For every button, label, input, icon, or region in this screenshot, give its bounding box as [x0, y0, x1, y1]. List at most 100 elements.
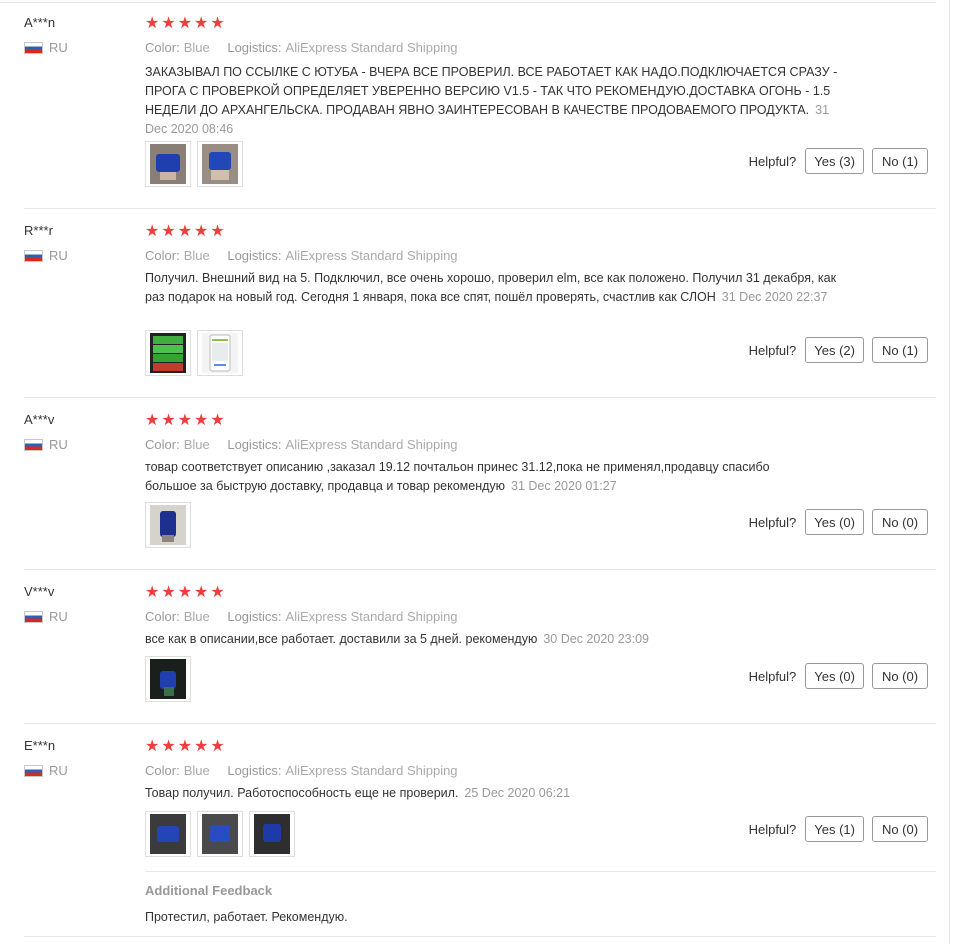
reviewer-name: A***v [24, 412, 55, 427]
helpful-no-button[interactable]: No (0) [872, 509, 928, 535]
star-rating: ★ ★ ★ ★ ★ [145, 738, 225, 755]
review-date: 30 Dec 2020 23:09 [543, 632, 649, 646]
review-photo-thumbnail[interactable] [145, 502, 191, 548]
right-border [949, 0, 950, 944]
logistics-label: Logistics: [227, 248, 282, 263]
review-body: товар соответствует описанию ,заказал 19… [145, 460, 770, 493]
star-icon: ★ [145, 412, 160, 429]
review-meta: Color: Blue Logistics: AliExpress Standard… [145, 609, 472, 624]
star-icon: ★ [161, 15, 176, 32]
review-photo-thumbnail[interactable] [249, 811, 295, 857]
reviewer-name: E***n [24, 738, 56, 753]
country-code: RU [49, 609, 68, 624]
logistics-value: AliExpress Standard Shipping [285, 763, 458, 778]
review-photo-thumbnail[interactable] [145, 330, 191, 376]
russia-flag-icon [24, 438, 43, 451]
star-icon: ★ [177, 15, 193, 32]
country-code: RU [49, 763, 68, 778]
star-icon: ★ [177, 223, 193, 240]
reviewer-country: RU [24, 248, 68, 263]
color-label: Color: [145, 437, 180, 452]
review-photo-thumbnail[interactable] [145, 656, 191, 702]
review-photo-thumbnail[interactable] [197, 141, 243, 187]
review-text: Получил. Внешний вид на 5. Подключил, вс… [145, 269, 845, 307]
reviewer-country: RU [24, 437, 68, 452]
star-icon: ★ [177, 584, 193, 601]
helpful-controls: Helpful? Yes (0) No (0) [749, 663, 928, 689]
star-icon: ★ [210, 584, 225, 601]
star-icon: ★ [161, 223, 176, 240]
reviewer-name: R***r [24, 223, 53, 238]
country-code: RU [49, 40, 68, 55]
color-label: Color: [145, 609, 180, 624]
star-icon: ★ [161, 412, 176, 429]
logistics-value: AliExpress Standard Shipping [285, 437, 458, 452]
additional-feedback-divider [145, 871, 936, 872]
helpful-no-button[interactable]: No (0) [872, 816, 928, 842]
review-photo-thumbnail[interactable] [145, 811, 191, 857]
review-meta: Color: Blue Logistics: AliExpress Standard… [145, 248, 472, 263]
russia-flag-icon [24, 41, 43, 54]
additional-feedback-text: Протестил, работает. Рекомендую. [145, 910, 348, 924]
helpful-label: Helpful? [748, 342, 797, 358]
helpful-no-button[interactable]: No (0) [872, 663, 928, 689]
review-date: 31 Dec 2020 01:27 [511, 479, 617, 493]
country-code: RU [49, 437, 68, 452]
review-item: V***v RU ★ ★ ★ ★ ★ Color: Blue Logistics: AliE… [0, 569, 936, 724]
star-icon: ★ [194, 223, 209, 240]
review-body: Товар получил. Работоспособность еще не … [145, 786, 459, 800]
star-icon: ★ [161, 584, 176, 601]
russia-flag-icon [24, 764, 43, 777]
review-item: R***r RU ★ ★ ★ ★ ★ Color: Blue Logistics: AliE… [0, 208, 936, 398]
star-icon: ★ [145, 738, 160, 755]
review-body: ЗАКАЗЫВАЛ ПО ССЫЛКЕ С ЮТУБА - ВЧЕРА ВСЕ … [145, 65, 838, 117]
helpful-yes-button[interactable]: Yes (0) [805, 663, 864, 689]
review-divider [24, 936, 936, 937]
star-icon: ★ [177, 412, 193, 429]
color-label: Color: [145, 248, 180, 263]
star-icon: ★ [145, 15, 160, 32]
helpful-yes-button[interactable]: Yes (0) [805, 509, 864, 535]
color-value: Blue [183, 437, 210, 452]
review-date: 31 Dec 2020 22:37 [721, 290, 828, 304]
review-photo-thumbnail[interactable] [197, 330, 243, 376]
star-icon: ★ [210, 223, 225, 240]
review-photos [145, 141, 243, 187]
review-text: ЗАКАЗЫВАЛ ПО ССЫЛКЕ С ЮТУБА - ВЧЕРА ВСЕ … [145, 63, 845, 139]
review-body: все как в описании,все работает. достави… [145, 632, 538, 646]
logistics-value: AliExpress Standard Shipping [285, 40, 458, 55]
star-icon: ★ [194, 584, 209, 601]
star-icon: ★ [145, 223, 160, 240]
logistics-label: Logistics: [227, 609, 282, 624]
logistics-value: AliExpress Standard Shipping [285, 609, 458, 624]
star-icon: ★ [210, 738, 225, 755]
color-value: Blue [183, 40, 210, 55]
star-rating: ★ ★ ★ ★ ★ [145, 15, 225, 32]
review-photos [145, 811, 295, 857]
review-photos [145, 656, 191, 702]
review-meta: Color: Blue Logistics: AliExpress Standard… [145, 763, 472, 778]
helpful-controls: Helpful? Yes (1) No (0) [749, 816, 928, 842]
helpful-yes-button[interactable]: Yes (3) [805, 148, 864, 174]
country-code: RU [49, 248, 68, 263]
helpful-label: Helpful? [748, 668, 797, 684]
additional-feedback-title: Additional Feedback [145, 883, 273, 898]
review-photo-thumbnail[interactable] [145, 141, 191, 187]
star-icon: ★ [210, 412, 225, 429]
helpful-yes-button[interactable]: Yes (2) [805, 337, 864, 363]
star-icon: ★ [210, 15, 225, 32]
review-date: 25 Dec 2020 06:21 [464, 786, 571, 800]
review-text: товар соответствует описанию ,заказал 19… [145, 458, 815, 496]
helpful-no-button[interactable]: No (1) [872, 337, 928, 363]
reviewer-name: V***v [24, 584, 55, 599]
star-rating: ★ ★ ★ ★ ★ [145, 412, 225, 429]
review-photo-thumbnail[interactable] [197, 811, 243, 857]
reviewer-name: A***n [24, 15, 56, 30]
color-value: Blue [183, 763, 210, 778]
helpful-no-button[interactable]: No (1) [872, 148, 928, 174]
helpful-yes-button[interactable]: Yes (1) [805, 816, 864, 842]
review-photos [145, 330, 243, 376]
star-icon: ★ [177, 738, 193, 755]
helpful-label: Helpful? [748, 514, 797, 530]
helpful-label: Helpful? [748, 821, 797, 837]
